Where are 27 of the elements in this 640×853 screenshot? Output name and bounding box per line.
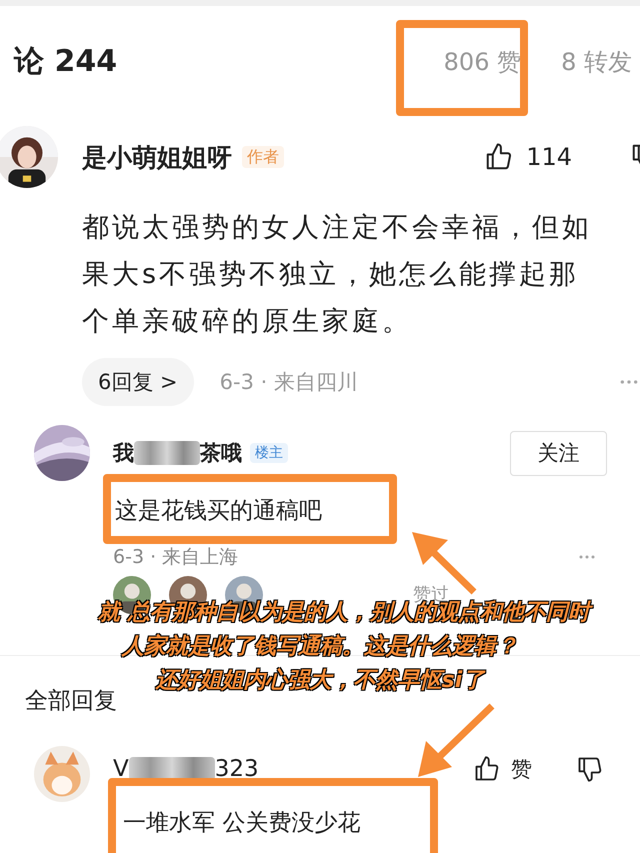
thumbs-down-icon[interactable] — [576, 755, 604, 783]
author-badge: 作者 — [242, 146, 284, 168]
comment-text-line: 都说太强势的女人注定不会幸福，但如 — [82, 211, 593, 245]
reply-text: 一堆水军 公关费没少花 — [123, 808, 360, 838]
reply-author-name[interactable]: 茶哦 — [200, 442, 242, 464]
comment-meta: 6-3 · 来自四川 — [220, 372, 358, 392]
owner-badge: 楼主 — [250, 443, 288, 463]
reply-author-name[interactable]: V — [113, 758, 129, 780]
replies-button[interactable]: 6回复 > — [82, 358, 194, 406]
comment-text-line: 果大s不强势不独立，她怎么能撑起那 — [82, 258, 580, 292]
share-count: 8 转发 — [561, 50, 632, 74]
annotation-text: 还好姐姐内心强大，不然早怄si了 — [156, 667, 484, 695]
like-count: 114 — [526, 145, 572, 169]
reply-author-name[interactable]: 我 — [113, 442, 134, 464]
annotation-text: 人家就是收了钱写通稿。这是什么逻辑？ — [122, 632, 518, 661]
like-count: 806 赞 — [444, 50, 522, 74]
author-name[interactable]: 是小萌姐姐呀 — [82, 144, 232, 170]
comment-text-line: 个单亲破碎的原生家庭。 — [82, 305, 413, 339]
section-title: 论 244 — [14, 47, 118, 77]
thumbs-up-icon[interactable] — [473, 755, 501, 783]
reply-text: 这是花钱买的通稿吧 — [115, 496, 322, 526]
reply-author-name[interactable]: 323 — [214, 758, 259, 780]
reply-meta: 6-3 · 来自上海 — [113, 548, 238, 566]
follow-button[interactable]: 关注 — [510, 430, 607, 476]
blurred-text — [134, 441, 200, 465]
like-label: 赞 — [511, 758, 532, 780]
section-heading: 全部回复 — [25, 687, 117, 716]
